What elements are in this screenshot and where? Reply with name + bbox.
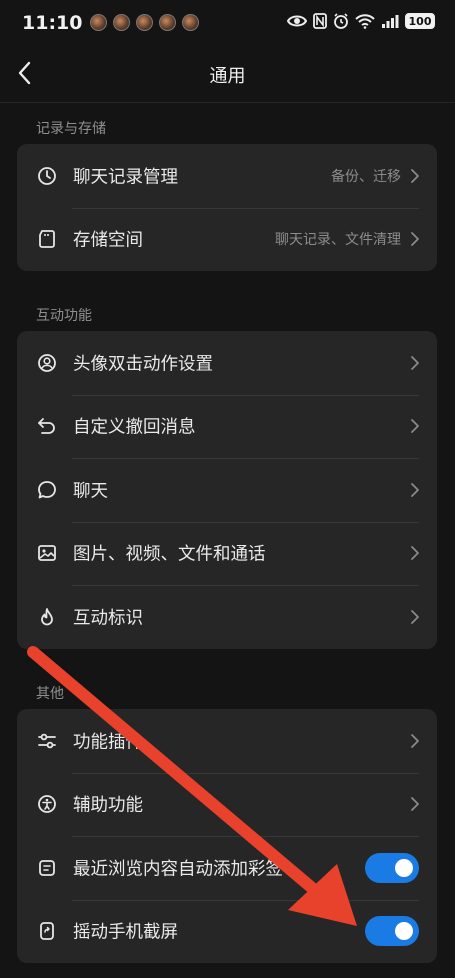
row-media-files-calls[interactable]: 图片、视频、文件和通话 [17, 521, 437, 586]
flame-icon [41, 607, 53, 626]
sd-card-icon [39, 230, 55, 249]
chevron-right-icon [411, 232, 419, 247]
row-chat[interactable]: 聊天 [17, 458, 437, 522]
chevron-right-icon [411, 609, 419, 624]
chevron-right-icon [411, 419, 419, 434]
row-custom-recall[interactable]: 自定义撤回消息 [17, 394, 437, 459]
clock-icon [38, 166, 56, 185]
row-avatar-double-tap[interactable]: 头像双击动作设置 [17, 331, 437, 395]
shake-screenshot-icon [40, 922, 54, 941]
signal-icon [382, 15, 399, 28]
undo-icon [38, 418, 55, 435]
row-label: 互动标识 [73, 608, 143, 629]
toggle-knob [395, 858, 413, 877]
row-auto-color-tag: 最近浏览内容自动添加彩签 [17, 836, 437, 900]
sliders-icon [38, 733, 56, 749]
chevron-right-icon [411, 546, 419, 561]
status-time: 11:10 [22, 12, 83, 34]
card-other: 功能插件 辅助功能 最近浏览内容自动添加彩签 摇动手机截屏 [17, 709, 437, 963]
notification-icons [90, 14, 199, 31]
notification-app-icon [159, 14, 176, 31]
row-storage-space[interactable]: 存储空间 聊天记录、文件清理 [17, 207, 437, 272]
wifi-icon [355, 14, 375, 29]
auto-color-tag-toggle[interactable] [365, 852, 419, 883]
notification-app-icon [113, 14, 130, 31]
eye-icon [287, 15, 307, 27]
card-records-storage: 聊天记录管理 备份、迁移 存储空间 聊天记录、文件清理 [17, 144, 437, 271]
notification-app-icon [182, 14, 199, 31]
accessibility-icon [38, 795, 56, 814]
row-label: 自定义撤回消息 [73, 417, 196, 438]
chevron-right-icon [411, 797, 419, 812]
row-label: 图片、视频、文件和通话 [73, 544, 266, 565]
row-label: 聊天记录管理 [73, 167, 178, 188]
row-label: 聊天 [73, 481, 108, 502]
nfc-icon [313, 13, 327, 29]
user-circle-icon [38, 353, 56, 372]
section-label-other: 其他 [36, 686, 64, 702]
toggle-knob [395, 922, 413, 941]
row-label: 最近浏览内容自动添加彩签 [73, 859, 283, 880]
chevron-right-icon [411, 355, 419, 370]
row-label: 摇动手机截屏 [73, 922, 178, 943]
row-value: 备份、迁移 [331, 168, 401, 185]
row-label: 辅助功能 [73, 795, 143, 816]
chevron-right-icon [411, 733, 419, 748]
notification-app-icon [136, 14, 153, 31]
image-icon [38, 545, 56, 562]
section-label-interaction: 互动功能 [36, 308, 92, 324]
row-label: 头像双击动作设置 [73, 354, 213, 375]
system-icons: 100 [287, 13, 435, 29]
notification-app-icon [90, 14, 107, 31]
row-chat-history[interactable]: 聊天记录管理 备份、迁移 [17, 144, 437, 208]
row-shake-screenshot: 摇动手机截屏 [17, 899, 437, 964]
chat-bubble-icon [38, 480, 56, 499]
row-interaction-badge[interactable]: 互动标识 [17, 585, 437, 649]
row-plugins[interactable]: 功能插件 [17, 709, 437, 773]
battery-icon: 100 [405, 13, 435, 29]
alarm-icon [334, 13, 348, 29]
page-header: 通用 [0, 46, 455, 103]
status-bar: 11:10 100 [0, 0, 455, 46]
chevron-right-icon [411, 168, 419, 183]
row-accessibility[interactable]: 辅助功能 [17, 772, 437, 837]
row-value: 聊天记录、文件清理 [275, 232, 401, 249]
chevron-right-icon [411, 482, 419, 497]
page-title: 通用 [209, 66, 246, 87]
section-label-records: 记录与存储 [36, 121, 106, 137]
row-label: 功能插件 [73, 732, 143, 753]
card-interaction: 头像双击动作设置 自定义撤回消息 聊天 图片、视频、文件和通话 互动标识 [17, 331, 437, 649]
shake-screenshot-toggle[interactable] [365, 916, 419, 947]
note-icon [39, 859, 55, 876]
row-label: 存储空间 [73, 230, 143, 251]
